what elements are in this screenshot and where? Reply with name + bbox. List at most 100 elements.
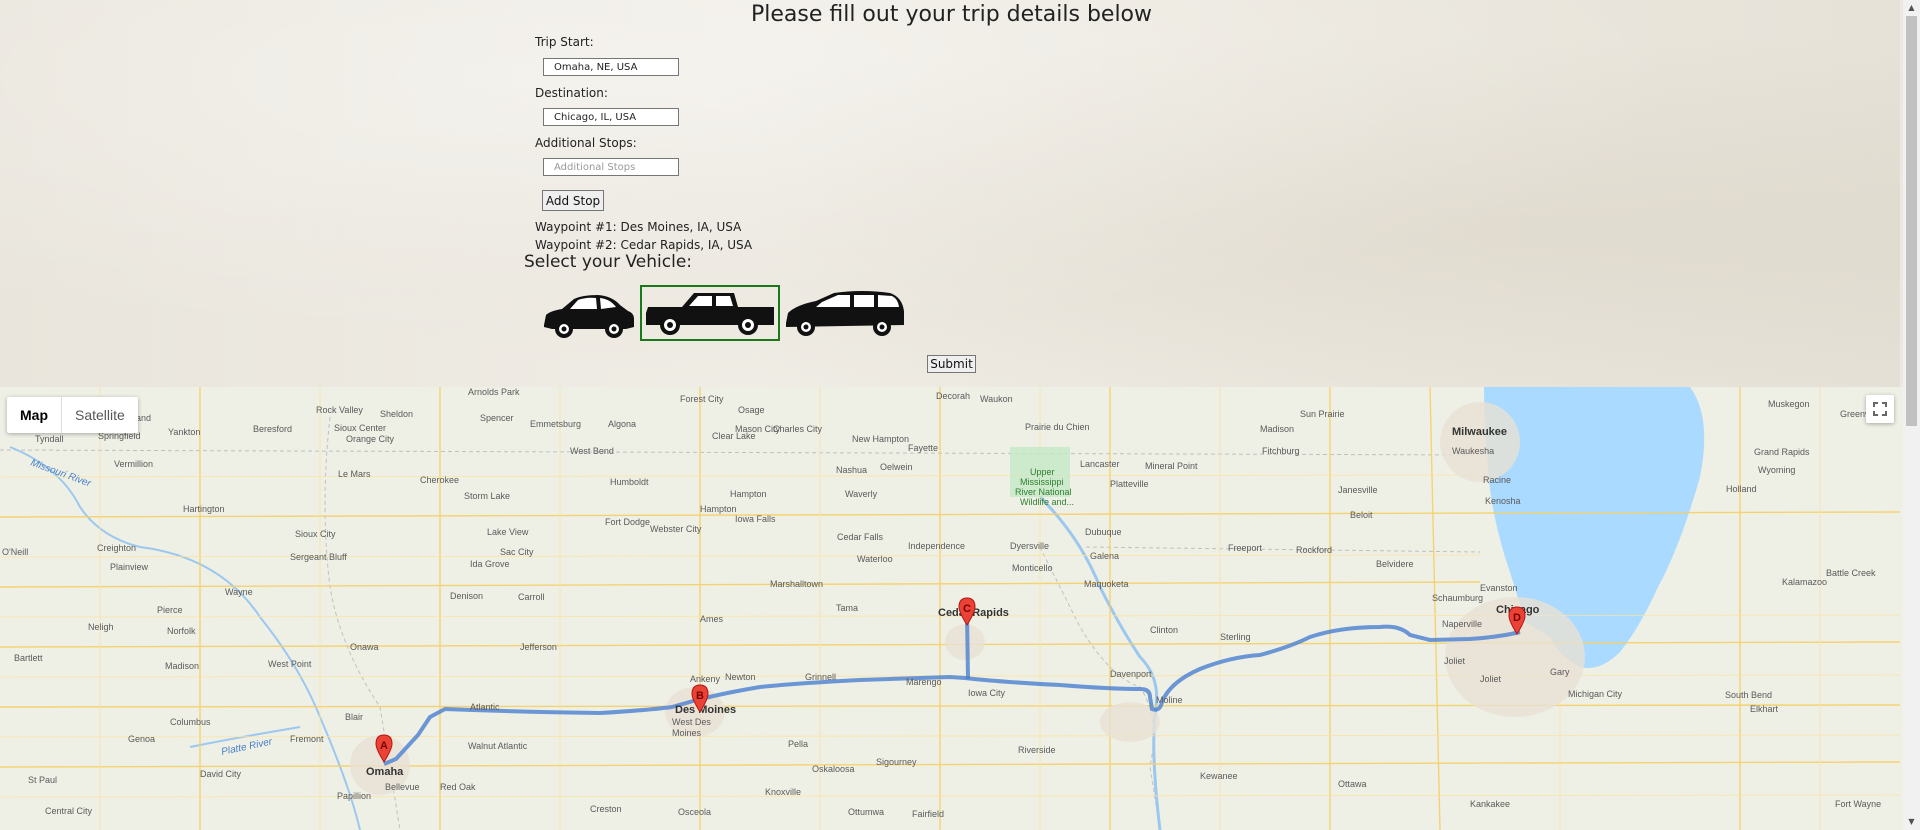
svg-text:Tyndall: Tyndall <box>35 434 64 444</box>
svg-text:Battle Creek: Battle Creek <box>1826 568 1876 578</box>
svg-text:Sigourney: Sigourney <box>876 757 917 767</box>
svg-text:Fort Dodge: Fort Dodge <box>605 517 650 527</box>
svg-text:Monticello: Monticello <box>1012 563 1053 573</box>
svg-text:Kankakee: Kankakee <box>1470 799 1510 809</box>
destination-input[interactable] <box>543 108 679 126</box>
svg-text:Waukesha: Waukesha <box>1452 446 1494 456</box>
svg-text:Knoxville: Knoxville <box>765 787 801 797</box>
svg-text:David City: David City <box>200 769 242 779</box>
svg-text:Davenport: Davenport <box>1110 669 1152 679</box>
marker-c[interactable]: C <box>958 597 976 626</box>
additional-stops-input[interactable] <box>543 158 679 176</box>
svg-text:Vermillion: Vermillion <box>114 459 153 469</box>
add-stop-button[interactable]: Add Stop <box>542 190 604 211</box>
scrollbar[interactable]: ▲ ▼ <box>1903 0 1920 830</box>
fullscreen-icon <box>1873 402 1887 416</box>
svg-text:Ames: Ames <box>700 614 724 624</box>
svg-text:Creston: Creston <box>590 804 622 814</box>
svg-text:Storm Lake: Storm Lake <box>464 491 510 501</box>
svg-text:Charles City: Charles City <box>773 424 823 434</box>
svg-text:Marshalltown: Marshalltown <box>770 579 823 589</box>
svg-text:Freeport: Freeport <box>1228 543 1263 553</box>
svg-text:Moines: Moines <box>672 728 702 738</box>
svg-text:Sterling: Sterling <box>1220 632 1251 642</box>
svg-text:Orange City: Orange City <box>346 434 395 444</box>
fullscreen-button[interactable] <box>1866 395 1894 423</box>
minivan-option[interactable] <box>782 285 908 341</box>
svg-text:Genoa: Genoa <box>128 734 155 744</box>
svg-text:Schaumburg: Schaumburg <box>1432 593 1483 603</box>
pickup-truck-option[interactable] <box>640 285 780 341</box>
svg-text:Columbus: Columbus <box>170 717 211 727</box>
svg-text:Osceola: Osceola <box>678 807 711 817</box>
svg-text:Evanston: Evanston <box>1480 583 1518 593</box>
svg-text:Missouri River: Missouri River <box>29 457 93 489</box>
svg-text:Madison: Madison <box>1260 424 1294 434</box>
svg-text:Atlantic: Atlantic <box>470 702 500 712</box>
svg-text:Plainview: Plainview <box>110 562 149 572</box>
page-background <box>0 0 1900 387</box>
svg-text:Michigan City: Michigan City <box>1568 689 1623 699</box>
svg-text:Norfolk: Norfolk <box>167 626 196 636</box>
map-canvas[interactable]: Milwaukee Waukesha Racine Kenosha Chicag… <box>0 387 1920 830</box>
svg-text:Jefferson: Jefferson <box>520 642 557 652</box>
svg-text:Forest City: Forest City <box>680 394 724 404</box>
submit-button[interactable]: Submit <box>927 355 976 373</box>
svg-text:West Des: West Des <box>672 717 711 727</box>
scroll-down-arrow-icon[interactable]: ▼ <box>1903 814 1920 830</box>
svg-text:Marengo: Marengo <box>906 677 942 687</box>
scrollbar-thumb[interactable] <box>1906 16 1917 426</box>
svg-text:Hampton: Hampton <box>700 504 737 514</box>
svg-text:Oelwein: Oelwein <box>880 462 913 472</box>
svg-text:Decorah: Decorah <box>936 391 970 401</box>
svg-text:O'Neill: O'Neill <box>2 547 28 557</box>
svg-text:Platteville: Platteville <box>1110 479 1149 489</box>
map-type-map-button[interactable]: Map <box>7 397 62 433</box>
svg-text:Joliet: Joliet <box>1444 656 1466 666</box>
svg-text:Des Moines: Des Moines <box>675 704 736 716</box>
svg-text:Racine: Racine <box>1483 475 1511 485</box>
waypoint-item: Waypoint #1: Des Moines, IA, USA <box>535 220 742 234</box>
svg-text:Mississippi: Mississippi <box>1020 477 1064 487</box>
svg-text:Fayette: Fayette <box>908 443 938 453</box>
sedan-option[interactable] <box>540 285 638 341</box>
svg-text:C: C <box>963 603 971 615</box>
svg-text:Omaha: Omaha <box>366 766 404 778</box>
svg-text:Belvidere: Belvidere <box>1376 559 1414 569</box>
svg-text:Dyersville: Dyersville <box>1010 541 1049 551</box>
svg-text:Ankeny: Ankeny <box>690 674 721 684</box>
svg-text:A: A <box>380 740 388 752</box>
svg-text:Fremont: Fremont <box>290 734 324 744</box>
svg-text:Holland: Holland <box>1726 484 1757 494</box>
svg-text:West Bend: West Bend <box>570 446 614 456</box>
vehicle-heading: Select your Vehicle: <box>524 252 692 272</box>
svg-text:Sun Prairie: Sun Prairie <box>1300 409 1345 419</box>
svg-text:Arnolds Park: Arnolds Park <box>468 387 520 397</box>
route-map[interactable]: Milwaukee Waukesha Racine Kenosha Chicag… <box>0 387 1920 830</box>
svg-text:Kewanee: Kewanee <box>1200 771 1238 781</box>
additional-stops-label: Additional Stops: <box>535 136 637 150</box>
svg-text:Cherokee: Cherokee <box>420 475 459 485</box>
svg-text:South Bend: South Bend <box>1725 690 1772 700</box>
scroll-up-arrow-icon[interactable]: ▲ <box>1903 0 1920 16</box>
svg-text:Milwaukee: Milwaukee <box>1452 426 1507 438</box>
svg-text:Fort Wayne: Fort Wayne <box>1835 799 1881 809</box>
svg-text:Lake View: Lake View <box>487 527 529 537</box>
svg-text:Iowa Falls: Iowa Falls <box>735 514 776 524</box>
svg-text:Rock Valley: Rock Valley <box>316 405 363 415</box>
svg-text:Sergeant Bluff: Sergeant Bluff <box>290 552 347 562</box>
svg-text:West Point: West Point <box>268 659 312 669</box>
svg-text:Iowa City: Iowa City <box>968 688 1006 698</box>
svg-text:Maquoketa: Maquoketa <box>1084 579 1129 589</box>
svg-text:Hampton: Hampton <box>730 489 767 499</box>
svg-text:Humboldt: Humboldt <box>610 477 649 487</box>
trip-start-input[interactable] <box>543 58 679 76</box>
svg-text:Elkhart: Elkhart <box>1750 704 1779 714</box>
svg-text:New Hampton: New Hampton <box>852 434 909 444</box>
destination-label: Destination: <box>535 86 608 100</box>
map-type-satellite-button[interactable]: Satellite <box>62 397 138 433</box>
svg-text:Mineral Point: Mineral Point <box>1145 461 1198 471</box>
svg-text:River National: River National <box>1015 487 1072 497</box>
trip-start-label: Trip Start: <box>535 35 594 49</box>
svg-text:Algona: Algona <box>608 419 636 429</box>
